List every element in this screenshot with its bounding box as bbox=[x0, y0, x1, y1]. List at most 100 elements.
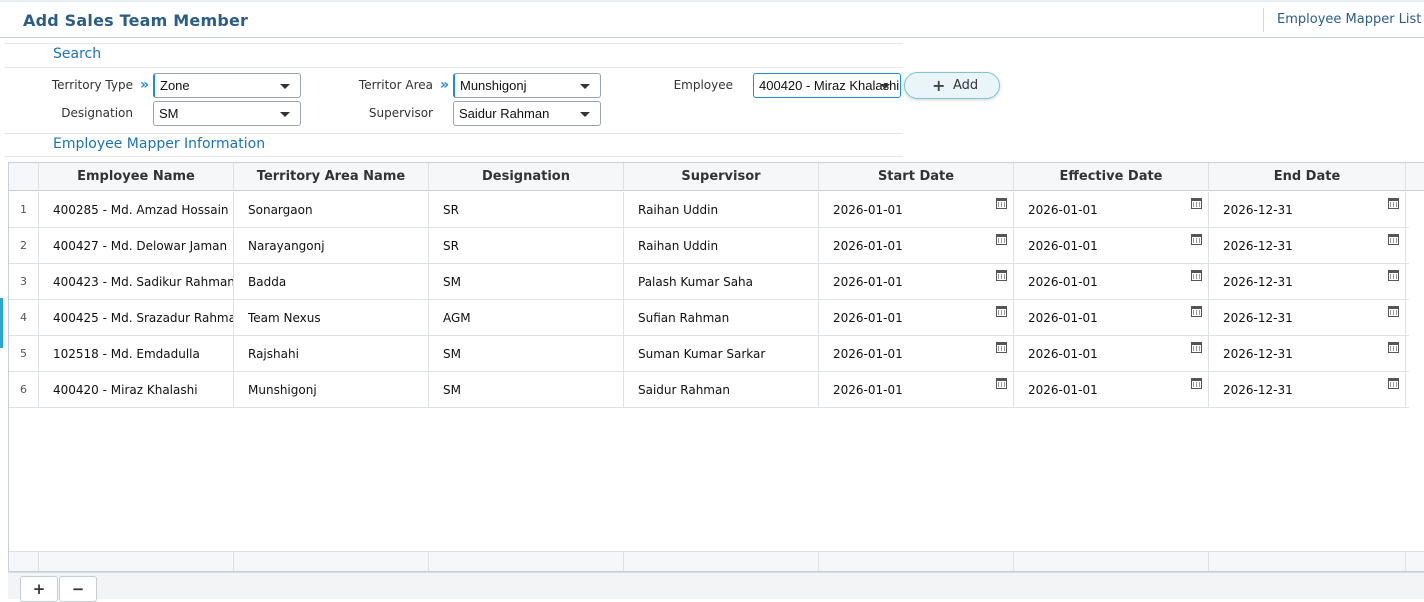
designation-cell[interactable]: AGM bbox=[429, 300, 624, 335]
employee-cell[interactable]: 400420 - Miraz Khalashi bbox=[39, 372, 234, 407]
row-number: 1 bbox=[9, 192, 39, 227]
territory-area-select[interactable]: Munshigonj bbox=[453, 73, 601, 98]
territory-cell[interactable]: Team Nexus bbox=[234, 300, 429, 335]
calendar-icon[interactable] bbox=[1191, 378, 1202, 389]
divider bbox=[4, 67, 903, 68]
calendar-icon[interactable] bbox=[996, 342, 1007, 353]
effective-date-cell[interactable]: 2026-01-01 bbox=[1014, 192, 1209, 227]
designation-cell[interactable]: SR bbox=[429, 228, 624, 263]
column-header[interactable]: Employee Name bbox=[39, 163, 234, 190]
table-row[interactable]: 4 400425 - Md. Srazadur Rahman Team Nexus A… bbox=[9, 300, 1409, 336]
employee-cell[interactable]: 400427 - Md. Delowar Jaman bbox=[39, 228, 234, 263]
employee-cell[interactable]: 400423 - Md. Sadikur Rahman bbox=[39, 264, 234, 299]
column-header[interactable]: Supervisor bbox=[624, 163, 819, 190]
employee-cell[interactable]: 400285 - Md. Amzad Hossain bbox=[39, 192, 234, 227]
territory-cell[interactable]: Badda bbox=[234, 264, 429, 299]
column-header[interactable]: Start Date bbox=[819, 163, 1014, 190]
start-text: 2026-01-01 bbox=[833, 383, 903, 397]
supervisor-cell[interactable]: Sufian Rahman bbox=[624, 300, 819, 335]
caret-down-icon bbox=[880, 84, 890, 89]
territory-cell[interactable]: Rajshahi bbox=[234, 336, 429, 371]
supervisor-cell[interactable]: Saidur Rahman bbox=[624, 372, 819, 407]
start-date-cell[interactable]: 2026-01-01 bbox=[819, 264, 1014, 299]
table-row[interactable]: 2 400427 - Md. Delowar Jaman Narayangonj SR… bbox=[9, 228, 1409, 264]
end-date-cell[interactable]: 2026-12-31 bbox=[1209, 372, 1406, 407]
footer-cell bbox=[9, 552, 39, 571]
effective-text: 2026-01-01 bbox=[1028, 203, 1098, 217]
designation-cell[interactable]: SM bbox=[429, 264, 624, 299]
designation-cell[interactable]: SM bbox=[429, 336, 624, 371]
supervisor-select[interactable]: Saidur Rahman bbox=[453, 101, 601, 126]
start-date-cell[interactable]: 2026-01-01 bbox=[819, 228, 1014, 263]
start-text: 2026-01-01 bbox=[833, 311, 903, 325]
calendar-icon[interactable] bbox=[996, 234, 1007, 245]
supervisor-cell[interactable]: Raihan Uddin bbox=[624, 192, 819, 227]
employee-select[interactable]: 400420 - Miraz Khalashi bbox=[753, 73, 901, 98]
calendar-icon[interactable] bbox=[996, 198, 1007, 209]
table-row[interactable]: 6 400420 - Miraz Khalashi Munshigonj SM Said… bbox=[9, 372, 1409, 408]
start-date-cell[interactable]: 2026-01-01 bbox=[819, 300, 1014, 335]
effective-date-cell[interactable]: 2026-01-01 bbox=[1014, 372, 1209, 407]
end-date-cell[interactable]: 2026-12-31 bbox=[1209, 264, 1406, 299]
divider bbox=[4, 156, 903, 157]
calendar-icon[interactable] bbox=[1191, 342, 1202, 353]
end-date-cell[interactable]: 2026-12-31 bbox=[1209, 228, 1406, 263]
row-number: 3 bbox=[9, 264, 39, 299]
column-header[interactable]: Territory Area Name bbox=[234, 163, 429, 190]
calendar-icon[interactable] bbox=[1388, 234, 1399, 245]
effective-date-cell[interactable]: 2026-01-01 bbox=[1014, 264, 1209, 299]
calendar-icon[interactable] bbox=[1191, 198, 1202, 209]
calendar-icon[interactable] bbox=[996, 270, 1007, 281]
effective-date-cell[interactable]: 2026-01-01 bbox=[1014, 336, 1209, 371]
calendar-icon[interactable] bbox=[1388, 306, 1399, 317]
employee-mapper-list-link[interactable]: Employee Mapper List bbox=[1277, 12, 1421, 27]
table-row[interactable]: 5 102518 - Md. Emdadulla Rajshahi SM Suman K… bbox=[9, 336, 1409, 372]
column-header[interactable]: Designation bbox=[429, 163, 624, 190]
column-header[interactable]: Effective Date bbox=[1014, 163, 1209, 190]
supervisor-text: Raihan Uddin bbox=[638, 203, 719, 217]
supervisor-cell[interactable]: Raihan Uddin bbox=[624, 228, 819, 263]
start-date-cell[interactable]: 2026-01-01 bbox=[819, 192, 1014, 227]
page-title: Add Sales Team Member bbox=[23, 11, 249, 30]
employee-text: 102518 - Md. Emdadulla bbox=[53, 347, 200, 361]
effective-date-cell[interactable]: 2026-01-01 bbox=[1014, 228, 1209, 263]
territory-text: Badda bbox=[248, 275, 287, 289]
territory-cell[interactable]: Munshigonj bbox=[234, 372, 429, 407]
territory-cell[interactable]: Sonargaon bbox=[234, 192, 429, 227]
supervisor-cell[interactable]: Suman Kumar Sarkar bbox=[624, 336, 819, 371]
column-header[interactable]: End Date bbox=[1209, 163, 1406, 190]
territory-type-select[interactable]: Zone bbox=[153, 73, 301, 98]
employee-cell[interactable]: 400425 - Md. Srazadur Rahman bbox=[39, 300, 234, 335]
calendar-icon[interactable] bbox=[996, 378, 1007, 389]
designation-select[interactable]: SM bbox=[153, 101, 301, 126]
remove-row-button[interactable]: − bbox=[59, 576, 97, 602]
designation-cell[interactable]: SR bbox=[429, 192, 624, 227]
designation-cell[interactable]: SM bbox=[429, 372, 624, 407]
supervisor-cell[interactable]: Palash Kumar Saha bbox=[624, 264, 819, 299]
calendar-icon[interactable] bbox=[996, 306, 1007, 317]
employee-cell[interactable]: 102518 - Md. Emdadulla bbox=[39, 336, 234, 371]
end-text: 2026-12-31 bbox=[1223, 383, 1293, 397]
end-date-cell[interactable]: 2026-12-31 bbox=[1209, 300, 1406, 335]
calendar-icon[interactable] bbox=[1388, 378, 1399, 389]
calendar-icon[interactable] bbox=[1388, 342, 1399, 353]
start-date-cell[interactable]: 2026-01-01 bbox=[819, 336, 1014, 371]
territory-cell[interactable]: Narayangonj bbox=[234, 228, 429, 263]
calendar-icon[interactable] bbox=[1388, 270, 1399, 281]
calendar-icon[interactable] bbox=[1191, 270, 1202, 281]
end-date-cell[interactable]: 2026-12-31 bbox=[1209, 192, 1406, 227]
table-row[interactable]: 1 400285 - Md. Amzad Hossain Sonargaon SR Ra… bbox=[9, 192, 1409, 228]
calendar-icon[interactable] bbox=[1191, 306, 1202, 317]
calendar-icon[interactable] bbox=[1191, 234, 1202, 245]
add-row-button[interactable]: + bbox=[20, 576, 58, 602]
effective-date-cell[interactable]: 2026-01-01 bbox=[1014, 300, 1209, 335]
footer-cell bbox=[1209, 552, 1406, 571]
designation-text: SM bbox=[443, 383, 461, 397]
start-date-cell[interactable]: 2026-01-01 bbox=[819, 372, 1014, 407]
calendar-icon[interactable] bbox=[1388, 198, 1399, 209]
end-date-cell[interactable]: 2026-12-31 bbox=[1209, 336, 1406, 371]
employee-text: 400425 - Md. Srazadur Rahman bbox=[53, 311, 234, 325]
add-button[interactable]: + Add bbox=[904, 72, 1000, 99]
table-row[interactable]: 3 400423 - Md. Sadikur Rahman Badda SM Palas… bbox=[9, 264, 1409, 300]
footer-cell bbox=[429, 552, 624, 571]
